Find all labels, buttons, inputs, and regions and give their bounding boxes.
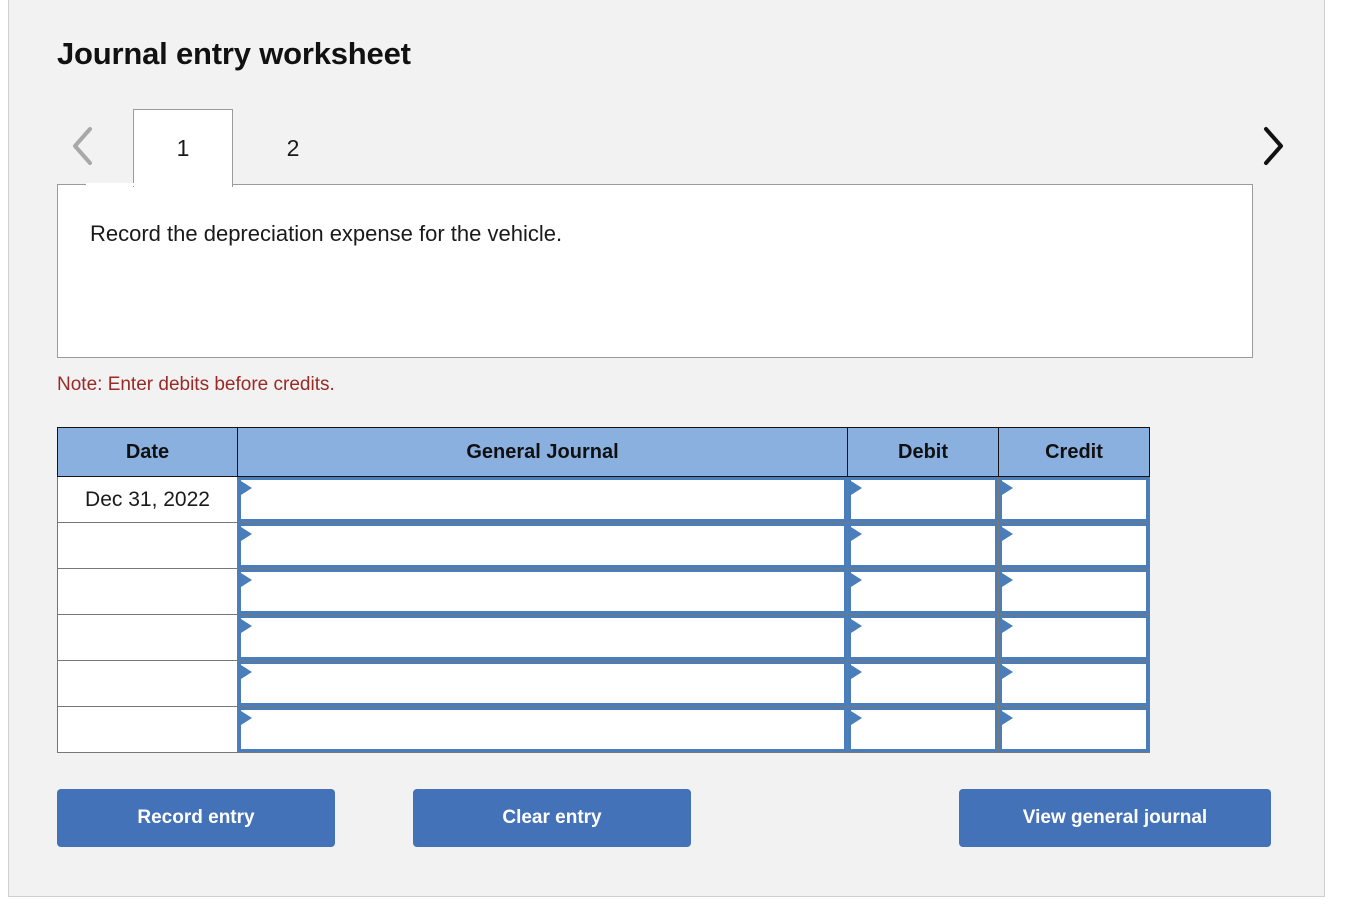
credit-input[interactable] [999, 615, 1149, 660]
dropdown-triangle-icon [1002, 527, 1013, 541]
worksheet-tab-strip: 1 2 [57, 107, 1297, 189]
clear-entry-button[interactable]: Clear entry [413, 789, 691, 847]
column-header-debit: Debit [847, 427, 999, 477]
general-journal-cell[interactable] [237, 660, 848, 707]
general-journal-cell[interactable] [237, 706, 848, 753]
dropdown-triangle-icon [851, 619, 862, 633]
dropdown-triangle-icon [241, 573, 252, 587]
debit-cell[interactable] [847, 568, 999, 615]
dropdown-triangle-icon [1002, 573, 1013, 587]
chevron-right-icon[interactable] [1251, 107, 1295, 185]
date-cell[interactable] [57, 706, 238, 753]
column-header-general-journal: General Journal [237, 427, 848, 477]
dropdown-triangle-icon [851, 481, 862, 495]
credit-cell[interactable] [998, 476, 1150, 523]
dropdown-triangle-icon [851, 665, 862, 679]
journal-entry-table: Date General Journal Debit Credit Dec 31… [57, 427, 1150, 753]
date-cell[interactable] [57, 660, 238, 707]
dropdown-triangle-icon [1002, 619, 1013, 633]
dropdown-triangle-icon [241, 481, 252, 495]
table-row [57, 522, 1150, 569]
table-row [57, 568, 1150, 615]
tab-1-label: 1 [176, 135, 190, 161]
tab-2-label: 2 [286, 134, 300, 161]
credit-input[interactable] [999, 477, 1149, 522]
tab-1[interactable]: 1 [133, 109, 233, 187]
dropdown-triangle-icon [241, 619, 252, 633]
account-select[interactable] [238, 707, 847, 752]
credit-input[interactable] [999, 661, 1149, 706]
credit-cell[interactable] [998, 522, 1150, 569]
debit-cell[interactable] [847, 522, 999, 569]
chevron-left-icon[interactable] [61, 107, 105, 185]
credit-input[interactable] [999, 523, 1149, 568]
account-select[interactable] [238, 615, 847, 660]
journal-entry-worksheet-panel: Journal entry worksheet 1 2 Record the d… [8, 0, 1325, 897]
view-general-journal-button[interactable]: View general journal [959, 789, 1271, 847]
debit-input[interactable] [848, 477, 998, 522]
table-header-row: Date General Journal Debit Credit [57, 427, 1150, 477]
dropdown-triangle-icon [241, 665, 252, 679]
debit-input[interactable] [848, 707, 998, 752]
debit-cell[interactable] [847, 476, 999, 523]
date-cell[interactable] [57, 522, 238, 569]
dropdown-triangle-icon [1002, 481, 1013, 495]
account-select[interactable] [238, 569, 847, 614]
page-title: Journal entry worksheet [57, 36, 411, 71]
dropdown-triangle-icon [851, 573, 862, 587]
debit-cell[interactable] [847, 706, 999, 753]
dropdown-triangle-icon [241, 711, 252, 725]
debit-input[interactable] [848, 523, 998, 568]
dropdown-triangle-icon [1002, 665, 1013, 679]
debits-before-credits-note: Note: Enter debits before credits. [57, 374, 335, 395]
transaction-description-text: Record the depreciation expense for the … [90, 221, 563, 246]
credit-cell[interactable] [998, 706, 1150, 753]
table-row [57, 706, 1150, 753]
general-journal-cell[interactable] [237, 568, 848, 615]
table-row [57, 660, 1150, 707]
tab-2[interactable]: 2 [243, 109, 343, 187]
account-select[interactable] [238, 523, 847, 568]
dropdown-triangle-icon [1002, 711, 1013, 725]
column-header-credit: Credit [998, 427, 1150, 477]
dropdown-triangle-icon [851, 711, 862, 725]
general-journal-cell[interactable] [237, 614, 848, 661]
credit-cell[interactable] [998, 614, 1150, 661]
date-cell[interactable] [57, 614, 238, 661]
record-entry-button[interactable]: Record entry [57, 789, 335, 847]
credit-input[interactable] [999, 707, 1149, 752]
credit-cell[interactable] [998, 568, 1150, 615]
debit-cell[interactable] [847, 614, 999, 661]
transaction-description-box: Record the depreciation expense for the … [57, 184, 1253, 358]
table-row [57, 614, 1150, 661]
account-select[interactable] [238, 661, 847, 706]
dropdown-triangle-icon [241, 527, 252, 541]
general-journal-cell[interactable] [237, 476, 848, 523]
debit-input[interactable] [848, 661, 998, 706]
debit-cell[interactable] [847, 660, 999, 707]
dropdown-triangle-icon [851, 527, 862, 541]
general-journal-cell[interactable] [237, 522, 848, 569]
active-tab-seam [86, 183, 184, 186]
column-header-date: Date [57, 427, 238, 477]
credit-input[interactable] [999, 569, 1149, 614]
account-select[interactable] [238, 477, 847, 522]
credit-cell[interactable] [998, 660, 1150, 707]
date-cell[interactable]: Dec 31, 2022 [57, 476, 238, 523]
table-row: Dec 31, 2022 [57, 476, 1150, 523]
date-cell[interactable] [57, 568, 238, 615]
debit-input[interactable] [848, 569, 998, 614]
debit-input[interactable] [848, 615, 998, 660]
